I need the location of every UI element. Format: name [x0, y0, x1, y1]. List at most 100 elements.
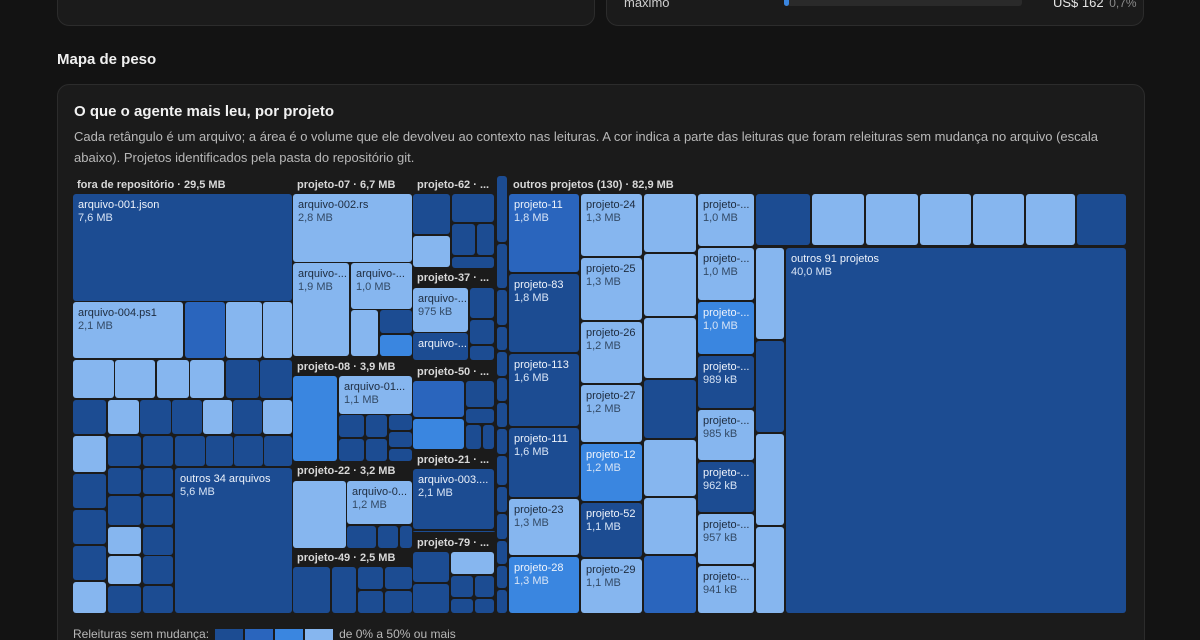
file-tile[interactable] — [413, 584, 449, 613]
file-tile[interactable] — [466, 425, 481, 449]
file-tile[interactable] — [73, 436, 106, 472]
file-tile[interactable] — [451, 552, 494, 574]
file-tile[interactable] — [1077, 194, 1126, 245]
file-tile[interactable] — [366, 439, 387, 461]
file-tile[interactable] — [143, 436, 173, 466]
file-tile[interactable] — [380, 335, 412, 356]
file-tile[interactable] — [73, 546, 106, 580]
file-tile[interactable] — [644, 498, 696, 554]
file-tile[interactable] — [497, 327, 507, 350]
file-tile[interactable] — [497, 514, 507, 539]
file-tile[interactable] — [143, 586, 173, 613]
file-tile[interactable] — [497, 429, 507, 454]
file-tile[interactable] — [339, 439, 364, 461]
file-tile[interactable] — [385, 591, 412, 613]
file-tile[interactable] — [497, 541, 507, 564]
file-tile[interactable] — [475, 599, 494, 613]
file-tile[interactable] — [203, 400, 232, 434]
file-tile[interactable] — [172, 400, 202, 434]
file-tile[interactable] — [378, 526, 398, 548]
file-tile[interactable] — [332, 567, 356, 613]
file-tile[interactable] — [263, 302, 292, 358]
file-tile[interactable] — [413, 236, 450, 267]
file-tile[interactable] — [157, 360, 189, 398]
file-tile[interactable] — [470, 346, 494, 360]
file-tile[interactable] — [497, 378, 507, 401]
file-tile[interactable] — [1026, 194, 1075, 245]
file-tile[interactable] — [115, 360, 155, 398]
file-tile[interactable] — [644, 254, 696, 316]
file-tile[interactable] — [413, 194, 450, 234]
file-tile[interactable] — [108, 586, 141, 613]
file-tile[interactable] — [190, 360, 224, 398]
file-tile[interactable] — [451, 599, 473, 613]
file-tile[interactable] — [497, 352, 507, 376]
file-tile[interactable] — [226, 302, 262, 358]
file-tile[interactable] — [260, 360, 292, 398]
file-tile[interactable] — [108, 527, 141, 554]
file-tile[interactable] — [470, 320, 494, 344]
file-tile[interactable] — [73, 474, 106, 508]
file-tile[interactable] — [108, 436, 141, 466]
file-tile[interactable] — [358, 591, 383, 613]
file-tile[interactable] — [497, 244, 507, 288]
file-tile[interactable] — [264, 436, 292, 466]
file-tile[interactable] — [644, 440, 696, 496]
file-tile[interactable] — [497, 403, 507, 427]
file-tile[interactable] — [143, 496, 173, 525]
file-tile[interactable] — [475, 576, 494, 597]
file-tile[interactable] — [385, 567, 412, 589]
file-tile[interactable] — [644, 194, 696, 252]
file-tile[interactable] — [644, 318, 696, 378]
file-tile[interactable] — [497, 176, 507, 242]
file-tile[interactable] — [497, 487, 507, 512]
file-tile[interactable] — [497, 566, 507, 588]
file-tile[interactable] — [226, 360, 259, 398]
file-tile[interactable] — [786, 248, 1126, 613]
file-tile[interactable] — [389, 432, 412, 447]
file-tile[interactable] — [73, 582, 106, 613]
file-tile[interactable] — [234, 436, 263, 466]
file-tile[interactable] — [366, 415, 387, 437]
file-tile[interactable] — [380, 310, 412, 333]
file-tile[interactable] — [497, 456, 507, 485]
file-tile[interactable] — [339, 415, 364, 437]
file-tile[interactable] — [263, 400, 292, 434]
file-tile[interactable] — [73, 360, 114, 398]
file-tile[interactable] — [293, 567, 330, 613]
file-tile[interactable] — [452, 224, 475, 255]
file-tile[interactable] — [644, 380, 696, 438]
file-tile[interactable] — [973, 194, 1024, 245]
file-tile[interactable] — [389, 449, 412, 461]
file-tile[interactable] — [466, 381, 494, 407]
file-tile[interactable] — [413, 381, 464, 417]
file-tile[interactable] — [175, 436, 205, 466]
file-tile[interactable] — [466, 409, 494, 423]
file-tile[interactable] — [497, 290, 507, 325]
file-tile[interactable] — [756, 194, 810, 245]
file-tile[interactable] — [483, 425, 494, 449]
file-tile[interactable] — [413, 419, 464, 449]
file-tile[interactable] — [358, 567, 383, 589]
file-tile[interactable] — [108, 556, 141, 584]
file-tile[interactable] — [347, 526, 376, 548]
file-tile[interactable] — [756, 341, 784, 432]
file-tile[interactable] — [756, 527, 784, 613]
file-tile[interactable] — [108, 400, 139, 434]
file-tile[interactable] — [143, 556, 173, 584]
file-tile[interactable] — [389, 415, 412, 430]
file-tile[interactable] — [73, 400, 106, 434]
file-tile[interactable] — [452, 257, 494, 268]
file-tile[interactable] — [812, 194, 864, 245]
file-tile[interactable] — [185, 302, 225, 358]
file-tile[interactable] — [293, 376, 337, 461]
file-tile[interactable] — [143, 527, 173, 555]
file-tile[interactable] — [140, 400, 171, 434]
file-tile[interactable] — [470, 288, 494, 318]
file-tile[interactable] — [920, 194, 971, 245]
file-tile[interactable] — [452, 194, 494, 222]
file-tile[interactable] — [143, 468, 173, 494]
file-tile[interactable] — [451, 576, 473, 597]
file-tile[interactable] — [477, 224, 494, 255]
file-tile[interactable] — [413, 531, 495, 532]
